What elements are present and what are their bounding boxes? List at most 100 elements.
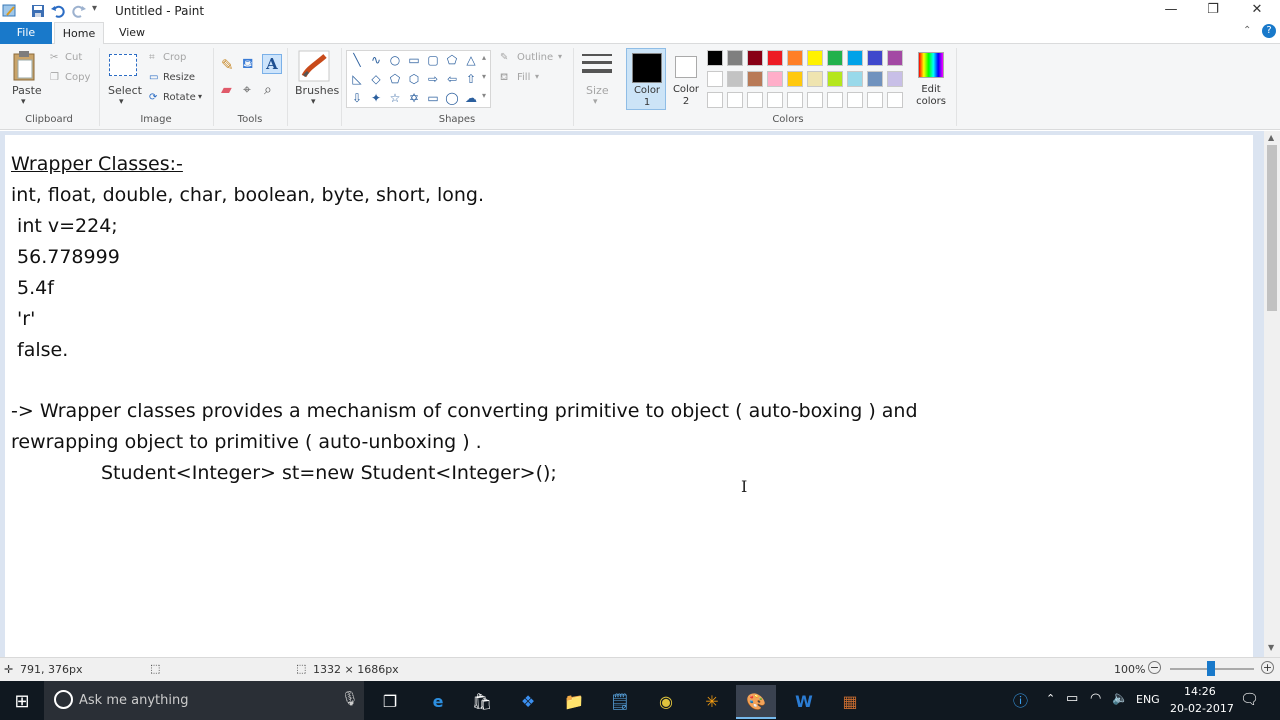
resize-button[interactable]: Resize (163, 72, 195, 83)
palette-empty-swatch[interactable] (827, 92, 843, 108)
eraser-icon[interactable]: ▰ (221, 82, 232, 98)
triangle-shape-icon[interactable]: △ (464, 53, 478, 67)
zoom-slider-thumb[interactable] (1207, 661, 1215, 676)
color1-button[interactable]: Color 1 (626, 48, 666, 110)
clock-time[interactable]: 14:26 (1184, 685, 1216, 698)
palette-color-swatch[interactable] (747, 50, 763, 66)
curve-shape-icon[interactable]: ∿ (369, 53, 383, 67)
palette-color-swatch[interactable] (767, 50, 783, 66)
scroll-down-icon[interactable]: ▼ (1268, 643, 1274, 652)
shapes-scroll-down-icon[interactable]: ▾ (482, 72, 486, 81)
palette-color-swatch[interactable] (767, 71, 783, 87)
left-arrow-shape-icon[interactable]: ⇦ (445, 72, 459, 86)
color-picker-icon[interactable]: ⌖ (243, 82, 251, 98)
palette-color-swatch[interactable] (787, 71, 803, 87)
wifi-icon[interactable]: ◠ (1090, 691, 1101, 706)
callout-rect-shape-icon[interactable]: ▭ (426, 91, 440, 105)
file-explorer-icon[interactable]: 📁 (554, 685, 594, 719)
select-icon[interactable] (109, 54, 137, 76)
redo-icon[interactable] (71, 3, 87, 19)
save-icon[interactable] (30, 3, 46, 19)
palette-color-swatch[interactable] (747, 71, 763, 87)
palette-color-swatch[interactable] (707, 50, 723, 66)
clock-date[interactable]: 20-02-2017 (1170, 702, 1234, 715)
palette-color-swatch[interactable] (807, 71, 823, 87)
right-arrow-shape-icon[interactable]: ⇨ (426, 72, 440, 86)
color2-button[interactable]: Color 2 (667, 48, 705, 110)
six-point-star-shape-icon[interactable]: ✡ (407, 91, 421, 105)
tab-view[interactable]: View (108, 22, 156, 44)
palette-color-swatch[interactable] (887, 71, 903, 87)
line-shape-icon[interactable]: ╲ (350, 53, 364, 67)
volume-icon[interactable]: 🔈 (1112, 691, 1128, 706)
pencil-icon[interactable]: ✎ (221, 56, 234, 74)
shapes-expand-icon[interactable]: ▾ (482, 91, 486, 100)
paste-dropdown-icon[interactable]: ▾ (21, 97, 26, 107)
collapse-ribbon-icon[interactable]: ⌃ (1243, 25, 1251, 36)
show-hidden-icons-icon[interactable]: ⌃ (1046, 692, 1055, 705)
cortana-search-box[interactable]: Ask me anything 🎙 (44, 681, 364, 720)
brush-icon[interactable] (298, 50, 330, 82)
vertical-scrollbar[interactable]: ▲ ▼ (1264, 131, 1280, 657)
callout-oval-shape-icon[interactable]: ◯ (445, 91, 459, 105)
hexagon-shape-icon[interactable]: ⬡ (407, 72, 421, 86)
outline-dropdown-icon[interactable]: ▾ (558, 52, 562, 61)
crop-button[interactable]: Crop (163, 52, 186, 63)
edge-icon[interactable]: e (418, 685, 458, 719)
store-icon[interactable]: 🛍 (462, 685, 502, 719)
chrome-icon[interactable]: ◉ (646, 685, 686, 719)
rotate-dropdown-icon[interactable]: ▾ (198, 92, 202, 101)
magnifier-icon[interactable]: ⌕ (264, 82, 272, 98)
paste-icon[interactable] (12, 50, 38, 82)
four-point-star-shape-icon[interactable]: ✦ (369, 91, 383, 105)
palette-empty-swatch[interactable] (787, 92, 803, 108)
palette-empty-swatch[interactable] (887, 92, 903, 108)
word-icon[interactable]: W (784, 685, 824, 719)
palette-color-swatch[interactable] (787, 50, 803, 66)
scroll-thumb[interactable] (1267, 145, 1277, 311)
right-triangle-shape-icon[interactable]: ◺ (350, 72, 364, 86)
copy-button[interactable]: Copy (65, 72, 90, 83)
select-dropdown-icon[interactable]: ▾ (119, 97, 124, 107)
shapes-scroll-up-icon[interactable]: ▴ (482, 53, 486, 62)
palette-color-swatch[interactable] (867, 50, 883, 66)
paint-taskbar-icon[interactable]: 🎨 (736, 685, 776, 719)
info-tray-icon[interactable]: ⓘ (1013, 690, 1028, 711)
palette-empty-swatch[interactable] (847, 92, 863, 108)
palette-color-swatch[interactable] (887, 50, 903, 66)
rectangle-shape-icon[interactable]: ▭ (407, 53, 421, 67)
fill-bucket-icon[interactable]: ⛾ (242, 56, 253, 74)
action-center-icon[interactable]: 🗨 (1240, 690, 1259, 708)
text-tool-icon[interactable]: A (262, 54, 282, 74)
snip-icon[interactable]: ✳ (692, 685, 732, 719)
microphone-icon[interactable]: 🎙 (341, 691, 359, 707)
palette-empty-swatch[interactable] (707, 92, 723, 108)
palette-empty-swatch[interactable] (767, 92, 783, 108)
pentagon-shape-icon[interactable]: ⬠ (388, 72, 402, 86)
customize-quick-access-icon[interactable]: ▾ (92, 3, 97, 14)
minimize-button[interactable]: — (1148, 0, 1194, 22)
zoom-in-icon[interactable]: + (1261, 661, 1274, 674)
windows-start-icon[interactable]: ⊞ (2, 685, 42, 719)
input-language[interactable]: ENG (1136, 693, 1160, 706)
oval-shape-icon[interactable]: ○ (388, 53, 402, 67)
palette-color-swatch[interactable] (827, 50, 843, 66)
notepad-icon[interactable]: 🗒 (600, 685, 640, 719)
task-view-icon[interactable]: ❐ (370, 685, 410, 719)
down-arrow-shape-icon[interactable]: ⇩ (350, 91, 364, 105)
undo-icon[interactable] (50, 3, 66, 19)
select-button[interactable]: Select (108, 84, 142, 97)
help-icon[interactable]: ? (1262, 24, 1276, 38)
rotate-button[interactable]: Rotate (163, 92, 196, 103)
callout-cloud-shape-icon[interactable]: ☁ (464, 91, 478, 105)
tab-file[interactable]: File (0, 22, 52, 44)
zoom-out-icon[interactable]: − (1148, 661, 1161, 674)
dropbox-icon[interactable]: ❖ (508, 685, 548, 719)
tab-home[interactable]: Home (54, 22, 104, 45)
diamond-shape-icon[interactable]: ◇ (369, 72, 383, 86)
size-dropdown-icon[interactable]: ▾ (593, 97, 598, 107)
drawing-canvas[interactable]: Wrapper Classes:- int, float, double, ch… (5, 135, 1253, 657)
palette-empty-swatch[interactable] (747, 92, 763, 108)
palette-color-swatch[interactable] (707, 71, 723, 87)
palette-color-swatch[interactable] (727, 50, 743, 66)
